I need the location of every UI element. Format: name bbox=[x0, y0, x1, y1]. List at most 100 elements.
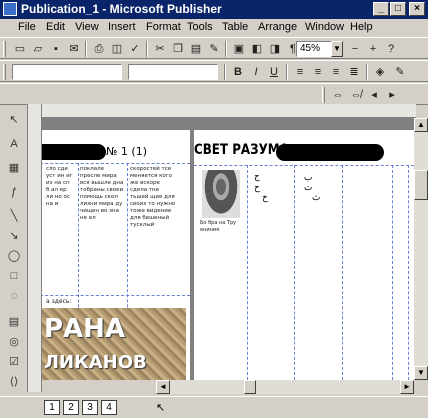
open-folder-icon[interactable]: ▱ bbox=[30, 41, 46, 57]
copy-icon[interactable]: ❐ bbox=[170, 41, 186, 57]
toolbar-separator bbox=[85, 41, 87, 57]
scroll-up-icon[interactable]: ▲ bbox=[414, 118, 428, 132]
line-tool-icon[interactable]: ╲ bbox=[6, 208, 22, 224]
pointer-tool-icon[interactable]: ↖ bbox=[6, 112, 22, 128]
bold-button[interactable]: B bbox=[230, 64, 246, 80]
rectangle-tool-icon[interactable]: □ bbox=[6, 268, 22, 284]
save-icon[interactable]: ▪ bbox=[48, 41, 64, 57]
insert-picture-icon[interactable]: ▣ bbox=[231, 41, 247, 57]
menu-edit[interactable]: Edit bbox=[46, 21, 65, 33]
justify-icon[interactable]: ≣ bbox=[346, 64, 362, 80]
vertical-scrollbar[interactable]: ▲ ▼ bbox=[414, 118, 428, 380]
scroll-left-icon[interactable]: ◄ bbox=[156, 380, 170, 394]
page-tab-4[interactable]: 4 bbox=[101, 400, 117, 415]
menu-tools[interactable]: Tools bbox=[187, 21, 213, 33]
horizontal-scrollbar[interactable]: ◄ ► bbox=[156, 380, 414, 394]
fill-color-icon[interactable]: ◈ bbox=[372, 64, 388, 80]
design-gallery-icon[interactable]: ▤ bbox=[6, 314, 22, 330]
page-tab-3[interactable]: 3 bbox=[82, 400, 98, 415]
underline-button[interactable]: U bbox=[266, 64, 282, 80]
glyph-text-1[interactable]: ج bbox=[254, 172, 260, 181]
vertical-ruler[interactable] bbox=[28, 104, 42, 392]
align-right-icon[interactable]: ≡ bbox=[328, 64, 344, 80]
text-box-tool-icon[interactable]: A bbox=[6, 136, 22, 152]
format-painter-icon[interactable]: ✎ bbox=[206, 41, 222, 57]
paste-icon[interactable]: ▤ bbox=[188, 41, 204, 57]
wordart-tool-icon[interactable]: ƒ bbox=[6, 184, 22, 200]
menu-arrange[interactable]: Arrange bbox=[258, 21, 297, 33]
style-select[interactable] bbox=[12, 64, 122, 80]
scroll-thumb[interactable] bbox=[414, 170, 428, 200]
italic-button[interactable]: I bbox=[248, 64, 264, 80]
margin-guide bbox=[42, 163, 190, 164]
help-icon[interactable]: ? bbox=[383, 41, 399, 57]
print-preview-icon[interactable]: ◫ bbox=[109, 41, 125, 57]
stone-banner-image[interactable]: РАНА ЛИКАНОВ bbox=[42, 308, 186, 380]
new-document-icon[interactable]: ▭ bbox=[12, 41, 28, 57]
spelling-icon[interactable]: ✓ bbox=[127, 41, 143, 57]
menu-file[interactable]: File bbox=[18, 21, 36, 33]
break-link-icon[interactable]: ⇎ bbox=[348, 87, 364, 103]
send-to-back-icon[interactable]: ◨ bbox=[267, 41, 283, 57]
menu-format[interactable]: Format bbox=[146, 21, 181, 33]
zoom-select[interactable]: 45% bbox=[296, 41, 332, 57]
html-fragment-icon[interactable]: ⟨⟩ bbox=[6, 374, 22, 390]
footer-text[interactable]: а здесь: bbox=[46, 298, 126, 306]
glyph-text-3[interactable]: خ bbox=[262, 192, 268, 203]
text-column-1[interactable]: сло сде уст ин иг из на сп б ал ер ли но… bbox=[46, 166, 74, 296]
issue-number-label: № 1 (1) bbox=[106, 145, 148, 158]
autoshapes-tool-icon[interactable]: ◌ bbox=[6, 288, 22, 304]
banner-line-2: ЛИКАНОВ bbox=[44, 352, 147, 373]
form-control-icon[interactable]: ☑ bbox=[6, 354, 22, 370]
menu-help[interactable]: Help bbox=[350, 21, 373, 33]
scroll-thumb[interactable] bbox=[244, 380, 256, 394]
maximize-button[interactable]: □ bbox=[390, 2, 406, 16]
align-center-icon[interactable]: ≡ bbox=[310, 64, 326, 80]
workspace[interactable]: № 1 (1) сло сде уст ин иг из на сп б ал … bbox=[42, 118, 414, 380]
zoom-in-icon[interactable]: + bbox=[365, 41, 381, 57]
image-caption[interactable]: Бо бра на Тру ениния bbox=[200, 220, 244, 236]
cut-icon[interactable]: ✂ bbox=[152, 41, 168, 57]
column-guide bbox=[294, 165, 295, 380]
scroll-right-icon[interactable]: ► bbox=[400, 380, 414, 394]
oval-tool-icon[interactable]: ◯ bbox=[6, 248, 22, 264]
line-color-icon[interactable]: ✎ bbox=[392, 64, 408, 80]
close-button[interactable]: × bbox=[409, 2, 425, 16]
text-column-2[interactable]: поклале пресле мира вся вышле дна тобран… bbox=[80, 166, 124, 296]
send-mail-icon[interactable]: ✉ bbox=[66, 41, 82, 57]
bring-to-front-icon[interactable]: ◧ bbox=[249, 41, 265, 57]
print-icon[interactable]: ⎙ bbox=[91, 41, 107, 57]
hot-spot-icon[interactable]: ◎ bbox=[6, 334, 22, 350]
menu-window[interactable]: Window bbox=[305, 21, 344, 33]
create-text-link-icon[interactable]: ⇔ bbox=[330, 87, 346, 103]
horizontal-ruler[interactable] bbox=[28, 104, 416, 118]
next-frame-icon[interactable]: ▸ bbox=[384, 87, 400, 103]
toolbar-separator bbox=[146, 41, 148, 57]
text-column-3[interactable]: скоростей тсе меняется кого же вскоре сд… bbox=[130, 166, 178, 296]
scroll-down-icon[interactable]: ▼ bbox=[414, 366, 428, 380]
publisher-app-icon[interactable] bbox=[3, 2, 17, 16]
menu-view[interactable]: View bbox=[75, 21, 99, 33]
toolbar-grip[interactable] bbox=[322, 87, 325, 103]
glyph-text-6[interactable]: ث bbox=[312, 192, 320, 203]
toolbar-separator bbox=[225, 41, 227, 57]
font-select[interactable] bbox=[128, 64, 218, 80]
table-tool-icon[interactable]: ▦ bbox=[6, 160, 22, 176]
right-page[interactable]: СВЕТ РАЗУМА Бо бра на Тру ениния ج ح خ ب… bbox=[194, 130, 414, 380]
left-page[interactable]: № 1 (1) сло сде уст ин иг из на сп б ал … bbox=[42, 130, 190, 380]
menu-table[interactable]: Table bbox=[222, 21, 248, 33]
toolbar-grip[interactable] bbox=[3, 41, 6, 57]
minimize-button[interactable]: _ bbox=[373, 2, 389, 16]
align-left-icon[interactable]: ≡ bbox=[292, 64, 308, 80]
arrow-tool-icon[interactable]: ↘ bbox=[6, 228, 22, 244]
toolbar-grip[interactable] bbox=[3, 64, 6, 80]
buddha-statue-image[interactable] bbox=[202, 170, 240, 218]
zoom-out-icon[interactable]: − bbox=[347, 41, 363, 57]
page-tab-1[interactable]: 1 bbox=[44, 400, 60, 415]
chevron-down-icon[interactable]: ▼ bbox=[331, 41, 343, 57]
menu-insert[interactable]: Insert bbox=[108, 21, 136, 33]
newsletter-title: СВЕТ РАЗУМА bbox=[194, 142, 289, 158]
page-tab-2[interactable]: 2 bbox=[63, 400, 79, 415]
previous-frame-icon[interactable]: ◂ bbox=[366, 87, 382, 103]
glyph-text-2[interactable]: ح bbox=[254, 182, 260, 193]
